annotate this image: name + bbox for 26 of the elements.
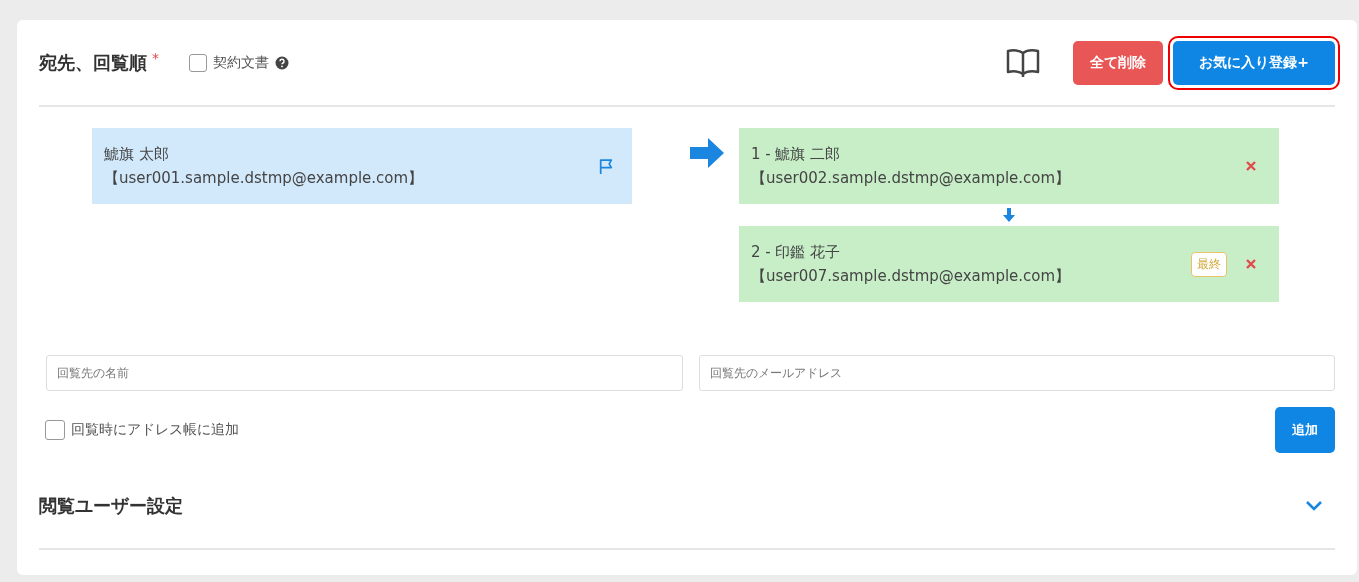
email-field[interactable]: 回覧先のメールアドレス	[698, 355, 1335, 391]
action-button[interactable]: 全て削除	[1073, 40, 1163, 85]
help-icon[interactable]	[275, 55, 289, 70]
recipient-email: 【user007.sample.dstmp@example.com】	[751, 266, 1072, 286]
flag-icon[interactable]	[598, 157, 614, 175]
book-icon[interactable]	[1005, 46, 1041, 79]
section-title: 閲覧ユーザー設定	[39, 493, 183, 518]
remove-icon[interactable]	[1245, 160, 1257, 172]
checkbox-label: 契約文書	[213, 53, 269, 72]
sender-email: 【user001.sample.dstmp@example.com】	[104, 168, 425, 188]
final-tag: 最終	[1191, 251, 1227, 277]
recipient-name: 2 - 印鑑 花子	[751, 242, 842, 262]
sender-name: 鯱旗 太郎	[104, 144, 170, 164]
add-button[interactable]: 追加	[1275, 407, 1335, 453]
checkbox[interactable]	[45, 420, 65, 440]
section-title: 宛先、回覧順	[39, 50, 147, 75]
required-mark: *	[152, 50, 159, 66]
arrow-icon	[1003, 208, 1015, 222]
name-field[interactable]: 回覧先の名前	[46, 355, 683, 391]
recipient-email: 【user002.sample.dstmp@example.com】	[751, 168, 1072, 188]
arrow-icon	[690, 138, 724, 168]
checkbox[interactable]	[189, 53, 207, 72]
chevron-icon[interactable]	[1305, 499, 1323, 512]
recipient-name: 1 - 鯱旗 二郎	[751, 144, 842, 164]
remove-icon[interactable]	[1245, 258, 1257, 270]
checkbox-label: 回覧時にアドレス帳に追加	[71, 421, 239, 439]
